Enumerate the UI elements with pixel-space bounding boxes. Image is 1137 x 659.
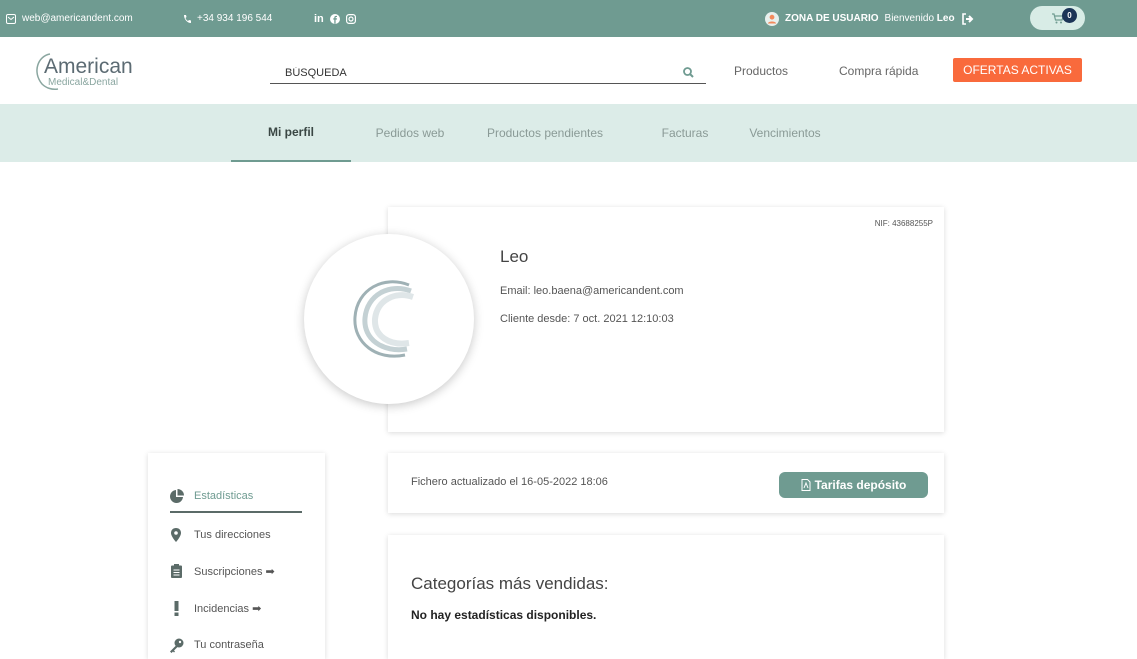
search-input[interactable] xyxy=(270,66,570,79)
file-updated-text: Fichero actualizado el 16-05-2022 18:06 xyxy=(411,476,608,488)
profile-name: Leo xyxy=(500,247,529,266)
brand-mark-icon xyxy=(353,280,414,358)
pie-chart-icon xyxy=(169,488,184,503)
logout-icon[interactable] xyxy=(961,12,975,25)
tarifas-deposito-button[interactable]: Tarifas depósito xyxy=(779,472,928,498)
stats-card: Categorías más vendidas: No hay estadíst… xyxy=(388,535,944,659)
user-icon xyxy=(765,11,779,26)
envelope-icon xyxy=(6,13,16,24)
profile-tabs: Mi perfil Pedidos web Productos pendient… xyxy=(0,104,1137,162)
tab-mi-perfil[interactable]: Mi perfil xyxy=(231,104,351,162)
top-bar: web@americandent.com +34 934 196 544 in … xyxy=(0,0,1137,37)
cart-count-badge: 0 xyxy=(1062,8,1077,23)
exclamation-icon xyxy=(174,600,178,616)
nif-text: NIF: 43688255P xyxy=(874,219,933,228)
welcome-text: Bienvenido Leo xyxy=(885,13,955,24)
menu-item-direcciones[interactable]: Tus direcciones xyxy=(168,524,271,546)
pdf-file-icon xyxy=(801,479,811,491)
facebook-icon[interactable] xyxy=(329,13,340,24)
nav-productos[interactable]: Productos xyxy=(734,64,788,78)
instagram-icon[interactable] xyxy=(345,13,356,24)
search-icon[interactable] xyxy=(683,67,694,78)
menu-item-incidencias[interactable]: Incidencias ➡ xyxy=(168,597,261,619)
tab-productos-pendientes[interactable]: Productos pendientes xyxy=(480,104,610,162)
welcome-prefix: Bienvenido xyxy=(884,13,935,24)
clipboard-icon xyxy=(170,564,182,578)
welcome-user: Leo xyxy=(936,13,955,24)
logo-sub-text: Medical&Dental xyxy=(48,77,119,88)
cart-button[interactable]: 0 xyxy=(1030,6,1085,30)
menu-active-underline xyxy=(170,511,302,513)
ofertas-activas-button[interactable]: OFERTAS ACTIVAS xyxy=(953,58,1082,82)
user-zone[interactable]: ZONA DE USUARIO Bienvenido Leo xyxy=(765,0,975,37)
stats-empty-message: No hay estadísticas disponibles. xyxy=(411,608,597,622)
contact-phone[interactable]: +34 934 196 544 xyxy=(183,0,272,37)
nav-compra-rapida[interactable]: Compra rápida xyxy=(839,64,918,78)
map-marker-icon xyxy=(171,528,181,542)
profile-email: Email: leo.baena@americandent.com xyxy=(500,285,684,297)
menu-item-estadisticas[interactable]: Estadísticas xyxy=(168,485,253,507)
logo-main-text: American xyxy=(44,55,133,78)
tarifas-deposito-label: Tarifas depósito xyxy=(814,478,907,492)
menu-item-suscripciones[interactable]: Suscripciones ➡ xyxy=(168,560,275,582)
tab-facturas[interactable]: Facturas xyxy=(650,104,720,162)
linkedin-icon[interactable]: in xyxy=(314,13,324,25)
main-header: American Medical&Dental Productos Compra… xyxy=(0,37,1137,104)
contact-phone-text: +34 934 196 544 xyxy=(197,13,273,24)
contact-email-text: web@americandent.com xyxy=(22,13,133,24)
profile-client-since: Cliente desde: 7 oct. 2021 12:10:03 xyxy=(500,313,674,325)
user-zone-label: ZONA DE USUARIO xyxy=(785,13,879,24)
file-card: Fichero actualizado el 16-05-2022 18:06 … xyxy=(388,453,944,513)
tab-vencimientos[interactable]: Vencimientos xyxy=(730,104,840,162)
account-menu: Estadísticas Tus direcciones Suscripcion… xyxy=(148,453,325,659)
menu-item-label: Estadísticas xyxy=(194,490,254,502)
tab-pedidos-web[interactable]: Pedidos web xyxy=(370,104,450,162)
menu-item-label: Tu contraseña xyxy=(194,639,264,651)
menu-item-label: Incidencias ➡ xyxy=(194,602,262,615)
avatar xyxy=(304,234,474,404)
stats-title: Categorías más vendidas: xyxy=(411,574,609,593)
key-icon xyxy=(169,638,183,653)
contact-email[interactable]: web@americandent.com xyxy=(6,0,133,37)
menu-item-label: Suscripciones ➡ xyxy=(194,565,275,578)
search-bar[interactable] xyxy=(270,62,706,84)
phone-icon xyxy=(184,14,191,23)
logo[interactable]: American Medical&Dental xyxy=(32,50,142,92)
menu-item-label: Tus direcciones xyxy=(194,529,271,541)
social-links: in xyxy=(314,0,356,37)
menu-item-contrasena[interactable]: Tu contraseña xyxy=(168,634,264,656)
